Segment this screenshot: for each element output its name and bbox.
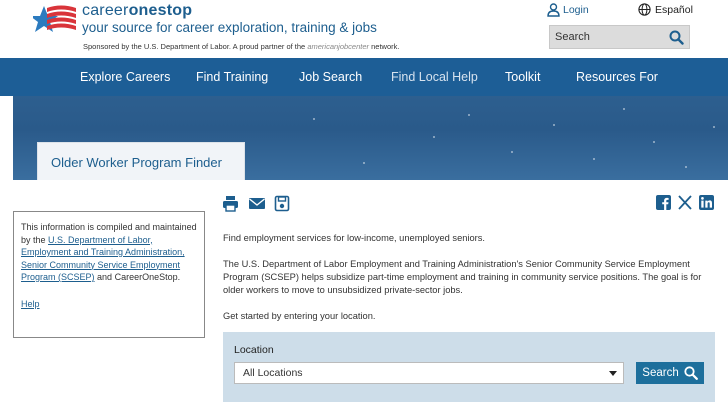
location-search-panel: Location All Locations Search [223, 332, 715, 402]
email-icon[interactable] [248, 195, 266, 212]
help-link[interactable]: Help [21, 298, 197, 311]
linkedin-icon[interactable] [699, 195, 714, 210]
nav-job-search[interactable]: Job Search [299, 70, 362, 84]
search-icon [669, 30, 684, 45]
careeronestop-logo-icon[interactable] [33, 2, 79, 40]
search-icon [684, 366, 698, 380]
sponsor-text: Sponsored by the U.S. Department of Labo… [83, 42, 399, 51]
globe-icon [638, 3, 651, 16]
header-search [549, 25, 690, 49]
nav-resources-for[interactable]: Resources For [576, 70, 658, 84]
description-text: The U.S. Department of Labor Employment … [223, 259, 702, 295]
tagline: your source for career exploration, trai… [82, 20, 377, 35]
brand-part-1: career [82, 2, 129, 19]
print-icon[interactable] [222, 195, 239, 212]
page-title-tab: Older Worker Program Finder [37, 142, 245, 180]
location-select[interactable]: All Locations [234, 362, 624, 384]
location-label: Location [234, 344, 274, 356]
x-icon[interactable] [678, 195, 692, 210]
info-suffix: and CareerOneStop. [97, 272, 181, 282]
location-search-button[interactable]: Search [636, 362, 704, 384]
nav-explore-careers[interactable]: Explore Careers [80, 70, 170, 84]
brand-part-2: onestop [128, 2, 193, 19]
site-header: careeronestop your source for career exp… [0, 0, 728, 58]
nav-toolkit[interactable]: Toolkit [505, 70, 540, 84]
get-started-text: Get started by entering your location. [223, 311, 376, 321]
sponsor-prefix: Sponsored by the U.S. Department of Labo… [83, 42, 306, 51]
main-nav: Explore Careers Find Training Job Search… [0, 58, 728, 96]
login-link[interactable]: Login [547, 3, 589, 17]
location-selected-value: All Locations [243, 367, 303, 379]
location-search-label: Search [642, 367, 679, 379]
nav-find-local-help[interactable]: Find Local Help [391, 70, 478, 84]
login-label: Login [563, 4, 589, 16]
american-job-center-logo[interactable]: americanjobcenter [307, 42, 369, 51]
espanol-link[interactable]: Español [638, 3, 693, 16]
sponsor-suffix: network. [371, 42, 400, 51]
chevron-down-icon [609, 371, 617, 376]
search-button[interactable] [666, 28, 686, 46]
nav-find-training[interactable]: Find Training [196, 70, 268, 84]
facebook-icon[interactable] [656, 195, 671, 210]
espanol-label: Español [655, 3, 693, 16]
save-icon[interactable] [274, 195, 290, 212]
page-title: Older Worker Program Finder [51, 155, 222, 170]
search-input[interactable] [550, 26, 665, 48]
brand-name[interactable]: careeronestop [82, 2, 192, 20]
source-info-box: This information is compiled and maintai… [13, 211, 205, 338]
intro-text: Find employment services for low-income,… [223, 233, 485, 243]
user-icon [547, 3, 560, 17]
